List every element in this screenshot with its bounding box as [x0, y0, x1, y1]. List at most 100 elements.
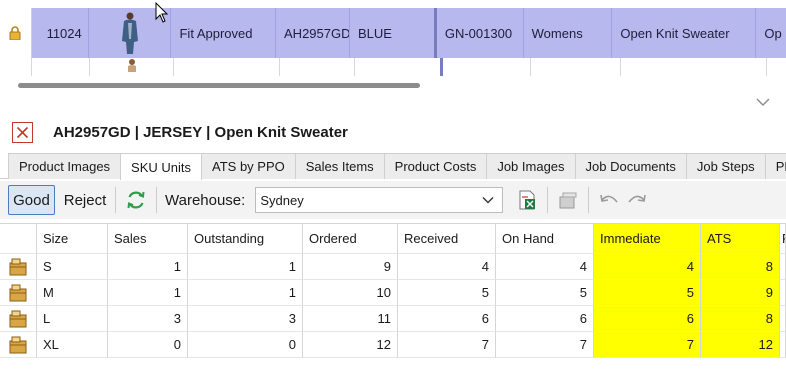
header-sales[interactable]: Sales: [108, 224, 188, 254]
product-grid: 11024 Fit Approved AH2957GD BLUE GN-0013…: [0, 0, 786, 76]
cell-immediate[interactable]: 7: [594, 332, 701, 358]
color-cell[interactable]: BLUE: [350, 8, 437, 58]
cell-ats[interactable]: 9: [701, 280, 780, 306]
cell-on-hand[interactable]: 7: [496, 332, 594, 358]
description-cell[interactable]: Open Knit Sweater: [612, 8, 757, 58]
cell-immediate[interactable]: 4: [594, 254, 701, 280]
next-product-row[interactable]: [0, 58, 786, 76]
header-received[interactable]: Received: [398, 224, 496, 254]
undo-icon: [600, 194, 618, 203]
toolbar-divider: [156, 187, 157, 213]
table-row[interactable]: S 1 1 9 4 4 4 8: [0, 254, 786, 280]
selected-product-row[interactable]: 11024 Fit Approved AH2957GD BLUE GN-0013…: [0, 8, 786, 58]
tab-sku-units[interactable]: SKU Units: [120, 153, 203, 180]
tab-ppo[interactable]: PPO I: [764, 153, 786, 179]
cell-on-hand[interactable]: 6: [496, 306, 594, 332]
cell-ats[interactable]: 8: [701, 306, 780, 332]
cell-size[interactable]: S: [37, 254, 108, 280]
chevron-down-icon[interactable]: [755, 96, 771, 108]
header-immediate[interactable]: Immediate: [594, 224, 701, 254]
page-title: AH2957GD | JERSEY | Open Knit Sweater: [53, 123, 348, 141]
cell-outstanding[interactable]: 0: [188, 332, 303, 358]
cell-ats[interactable]: 8: [701, 254, 780, 280]
header-ats[interactable]: ATS: [701, 224, 780, 254]
cell-ordered[interactable]: 11: [303, 306, 398, 332]
cell-truncated: [780, 280, 786, 306]
gender-cell[interactable]: Womens: [524, 8, 613, 58]
cell-size[interactable]: M: [37, 280, 108, 306]
header-size[interactable]: Size: [37, 224, 108, 254]
cell-ordered[interactable]: 9: [303, 254, 398, 280]
sku-units-grid: Size Sales Outstanding Ordered Received …: [0, 223, 786, 376]
box-icon: [9, 258, 27, 275]
warehouse-select[interactable]: Sydney: [255, 187, 504, 213]
cell-sales[interactable]: 1: [108, 254, 188, 280]
redo-button[interactable]: [623, 186, 651, 214]
cell-sales[interactable]: 3: [108, 306, 188, 332]
undo-button[interactable]: [595, 186, 623, 214]
excel-export-icon: [519, 190, 536, 210]
sku-toolbar: Good Reject Warehouse: Sydney: [0, 181, 786, 219]
header-icon-column: [0, 224, 37, 254]
refresh-icon: [127, 191, 145, 209]
horizontal-scrollbar[interactable]: [18, 83, 420, 88]
cell-immediate[interactable]: 6: [594, 306, 701, 332]
table-row[interactable]: L 3 3 11 6 6 6 8: [0, 306, 786, 332]
header-on-hand[interactable]: On Hand: [496, 224, 594, 254]
cell-on-hand[interactable]: 4: [496, 254, 594, 280]
table-row[interactable]: M 1 1 10 5 5 5 9: [0, 280, 786, 306]
cell-outstanding[interactable]: 3: [188, 306, 303, 332]
cell-immediate[interactable]: 5: [594, 280, 701, 306]
box-icon: [9, 336, 27, 353]
detail-title-bar: AH2957GD | JERSEY | Open Knit Sweater: [0, 118, 786, 146]
cell-ordered[interactable]: 10: [303, 280, 398, 306]
mouse-cursor-icon: [155, 2, 169, 23]
toolbar-divider: [588, 187, 590, 213]
tab-product-costs[interactable]: Product Costs: [383, 153, 488, 179]
cell-outstanding[interactable]: 1: [188, 280, 303, 306]
row-icon-cell[interactable]: [0, 332, 37, 358]
cell-ats[interactable]: 12: [701, 332, 780, 358]
job-code-cell[interactable]: GN-001300: [437, 8, 524, 58]
warehouse-value: Sydney: [260, 192, 304, 208]
tab-job-documents[interactable]: Job Documents: [574, 153, 687, 179]
style-code-cell[interactable]: AH2957GD: [276, 8, 351, 58]
tab-ats-by-ppo[interactable]: ATS by PPO: [201, 153, 296, 179]
cell-received[interactable]: 6: [398, 306, 496, 332]
product-thumbnail: [121, 12, 138, 54]
tab-sales-items[interactable]: Sales Items: [294, 153, 385, 179]
cell-outstanding[interactable]: 1: [188, 254, 303, 280]
header-outstanding[interactable]: Outstanding: [188, 224, 303, 254]
next-row-thumbnail-cell: [90, 58, 174, 76]
product-id-cell[interactable]: 11024: [32, 8, 89, 58]
cell-size[interactable]: L: [37, 306, 108, 332]
next-row-cell: [280, 58, 355, 76]
cell-on-hand[interactable]: 5: [496, 280, 594, 306]
cell-size[interactable]: XL: [37, 332, 108, 358]
row-icon-cell[interactable]: [0, 254, 37, 280]
tab-job-images[interactable]: Job Images: [486, 153, 576, 179]
row-icon-cell[interactable]: [0, 306, 37, 332]
table-row[interactable]: XL 0 0 12 7 7 7 12: [0, 332, 786, 358]
refresh-button[interactable]: [122, 186, 150, 214]
reject-button[interactable]: Reject: [61, 185, 109, 215]
close-button[interactable]: [12, 121, 33, 143]
cell-received[interactable]: 4: [398, 254, 496, 280]
row-icon-cell[interactable]: [0, 280, 37, 306]
excel-export-button[interactable]: [513, 186, 541, 214]
close-icon: [16, 126, 29, 138]
header-truncated[interactable]: F: [780, 224, 786, 254]
cell-ordered[interactable]: 12: [303, 332, 398, 358]
cell-sales[interactable]: 0: [108, 332, 188, 358]
cell-received[interactable]: 5: [398, 280, 496, 306]
status-cell[interactable]: Fit Approved: [171, 8, 277, 58]
cell-received[interactable]: 7: [398, 332, 496, 358]
tab-job-steps[interactable]: Job Steps: [685, 153, 766, 179]
good-button[interactable]: Good: [8, 185, 55, 215]
tab-product-images[interactable]: Product Images: [8, 153, 122, 179]
warehouse-label: Warehouse:: [165, 191, 246, 209]
header-ordered[interactable]: Ordered: [303, 224, 398, 254]
truncated-cell[interactable]: Op: [756, 8, 786, 58]
cell-sales[interactable]: 1: [108, 280, 188, 306]
stack-button[interactable]: [554, 186, 582, 214]
